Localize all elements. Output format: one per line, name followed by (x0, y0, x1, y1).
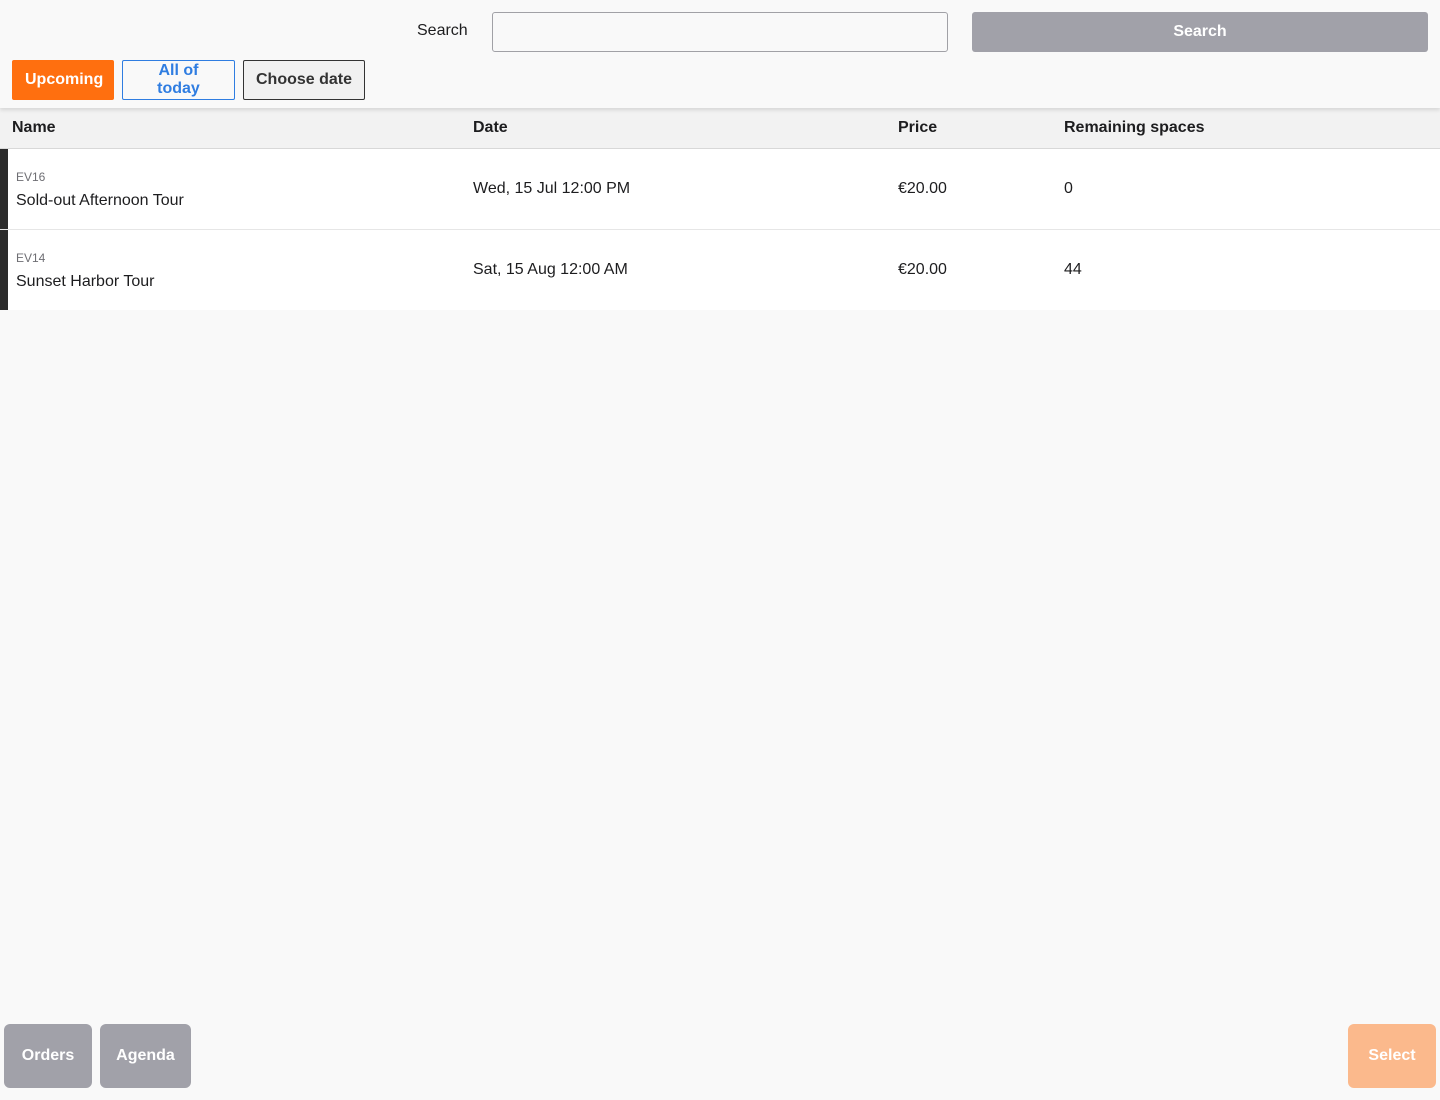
table-header: Name Date Price Remaining spaces (0, 108, 1440, 149)
orders-button[interactable]: Orders (4, 1024, 92, 1088)
top-toolbar: Search Search Upcoming All of today Choo… (0, 0, 1440, 108)
row-indicator-stripe (0, 149, 8, 229)
event-date: Wed, 15 Jul 12:00 PM (473, 180, 631, 197)
search-input[interactable] (492, 12, 948, 52)
event-code: EV16 (16, 170, 46, 184)
event-remaining-spaces: 0 (1064, 180, 1073, 197)
event-remaining-spaces: 44 (1064, 261, 1082, 278)
event-name: Sold-out Afternoon Tour (16, 192, 184, 209)
table-row[interactable]: EV16 Sold-out Afternoon Tour Wed, 15 Jul… (0, 149, 1440, 230)
table-row[interactable]: EV14 Sunset Harbor Tour Sat, 15 Aug 12:0… (0, 230, 1440, 310)
event-code: EV14 (16, 251, 46, 265)
search-label: Search (417, 22, 468, 39)
column-header-name: Name (12, 119, 56, 136)
agenda-button[interactable]: Agenda (100, 1024, 191, 1088)
filter-all-of-today-button[interactable]: All of today (122, 60, 235, 100)
row-indicator-stripe (0, 230, 8, 310)
events-table: Name Date Price Remaining spaces EV16 So… (0, 108, 1440, 310)
event-date: Sat, 15 Aug 12:00 AM (473, 261, 628, 278)
search-button[interactable]: Search (972, 12, 1428, 52)
column-header-price: Price (898, 119, 938, 136)
event-name: Sunset Harbor Tour (16, 273, 155, 290)
filter-choose-date-button[interactable]: Choose date (243, 60, 365, 100)
filter-upcoming-button[interactable]: Upcoming (12, 60, 114, 100)
column-header-remaining-spaces: Remaining spaces (1064, 119, 1205, 136)
event-price: €20.00 (898, 180, 947, 197)
column-header-date: Date (473, 119, 508, 136)
select-button[interactable]: Select (1348, 1024, 1436, 1088)
event-price: €20.00 (898, 261, 947, 278)
